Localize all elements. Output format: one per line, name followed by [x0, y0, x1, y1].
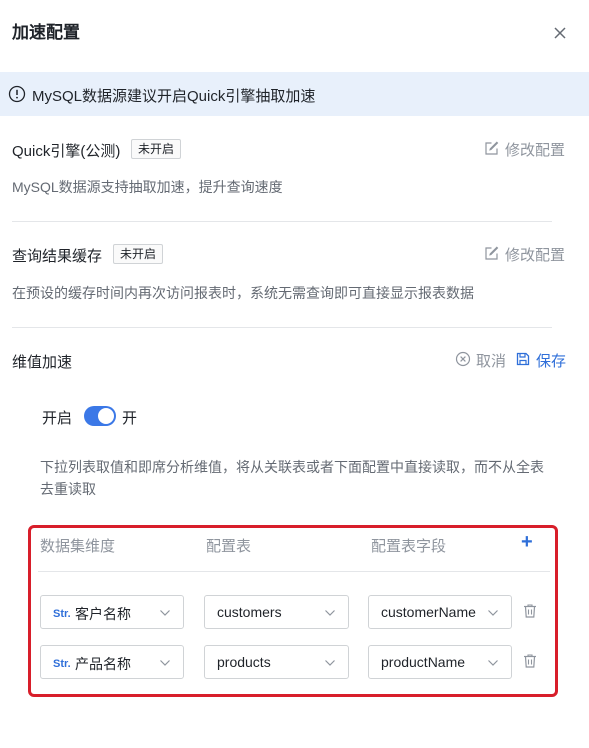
save-label: 保存: [536, 353, 567, 370]
chevron-down-icon: [488, 610, 498, 616]
notice-text: MySQL数据源建议开启Quick引擎抽取加速: [32, 88, 316, 105]
section-divider: [12, 221, 552, 222]
quick-engine-status-badge: 未开启: [131, 139, 182, 159]
enable-toggle[interactable]: [84, 406, 116, 426]
panel-title: 加速配置: [12, 23, 80, 42]
chevron-down-icon: [325, 610, 335, 616]
row2-field-select[interactable]: productName: [368, 645, 512, 679]
row1-field-select[interactable]: customerName: [368, 595, 512, 629]
row2-table-value: products: [217, 654, 271, 670]
column-header-dimension: 数据集维度: [40, 538, 116, 555]
chevron-down-icon: [160, 610, 170, 616]
row1-delete-icon[interactable]: [522, 603, 538, 619]
section-divider: [12, 327, 552, 328]
edit-icon: [484, 140, 500, 160]
result-cache-title: 查询结果缓存: [12, 248, 103, 265]
cancel-circle-icon: [455, 351, 471, 371]
column-header-config-field: 配置表字段: [371, 538, 447, 555]
close-icon[interactable]: [549, 22, 571, 44]
row2-delete-icon[interactable]: [522, 653, 538, 669]
cancel-button[interactable]: 取消: [455, 350, 506, 371]
row2-dimension-select[interactable]: Str. 产品名称: [40, 645, 184, 679]
chevron-down-icon: [488, 660, 498, 666]
quick-engine-edit-label: 修改配置: [505, 142, 566, 159]
quick-engine-title: Quick引擎(公测): [12, 143, 121, 160]
row1-table-value: customers: [217, 604, 282, 620]
quick-engine-edit-button[interactable]: 修改配置: [484, 139, 565, 160]
save-button[interactable]: 保存: [515, 350, 566, 371]
enable-switch-label: 开启: [42, 410, 73, 427]
toggle-knob: [98, 408, 114, 424]
info-icon: [8, 85, 26, 103]
table-header-divider: [38, 571, 550, 572]
result-cache-edit-label: 修改配置: [505, 247, 566, 264]
row2-field-value: productName: [381, 654, 466, 670]
row1-field-value: customerName: [381, 604, 476, 620]
acceleration-config-panel: 加速配置 MySQL数据源建议开启Quick引擎抽取加速 Quick引擎(公测)…: [0, 0, 589, 748]
cancel-label: 取消: [476, 353, 507, 370]
row1-table-select[interactable]: customers: [204, 595, 349, 629]
row1-dimension-select[interactable]: Str. 客户名称: [40, 595, 184, 629]
chevron-down-icon: [325, 660, 335, 666]
column-header-config-table: 配置表: [206, 538, 252, 555]
edit-icon: [484, 245, 500, 265]
row1-dimension-value: 客户名称: [75, 606, 131, 622]
enable-switch-state: 开: [122, 410, 138, 427]
result-cache-description: 在预设的缓存时间内再次访问报表时，系统无需查询即可直接显示报表数据: [12, 285, 474, 301]
save-icon: [515, 351, 531, 371]
chevron-down-icon: [160, 660, 170, 666]
result-cache-edit-button[interactable]: 修改配置: [484, 244, 565, 265]
string-type-tag: Str.: [53, 658, 71, 670]
add-row-button[interactable]: +: [521, 532, 533, 552]
string-type-tag: Str.: [53, 608, 71, 620]
notice-bar: MySQL数据源建议开启Quick引擎抽取加速: [0, 72, 589, 116]
panel-header: 加速配置: [0, 0, 589, 64]
dimension-hint-text: 下拉列表取值和即席分析维值，将从关联表或者下面配置中直接读取，而不从全表去重读取: [40, 459, 544, 497]
row2-dimension-value: 产品名称: [75, 656, 131, 672]
dimension-acceleration-title: 维值加速: [12, 354, 73, 371]
result-cache-status-badge: 未开启: [113, 244, 164, 264]
quick-engine-description: MySQL数据源支持抽取加速，提升查询速度: [12, 179, 283, 195]
row2-table-select[interactable]: products: [204, 645, 349, 679]
